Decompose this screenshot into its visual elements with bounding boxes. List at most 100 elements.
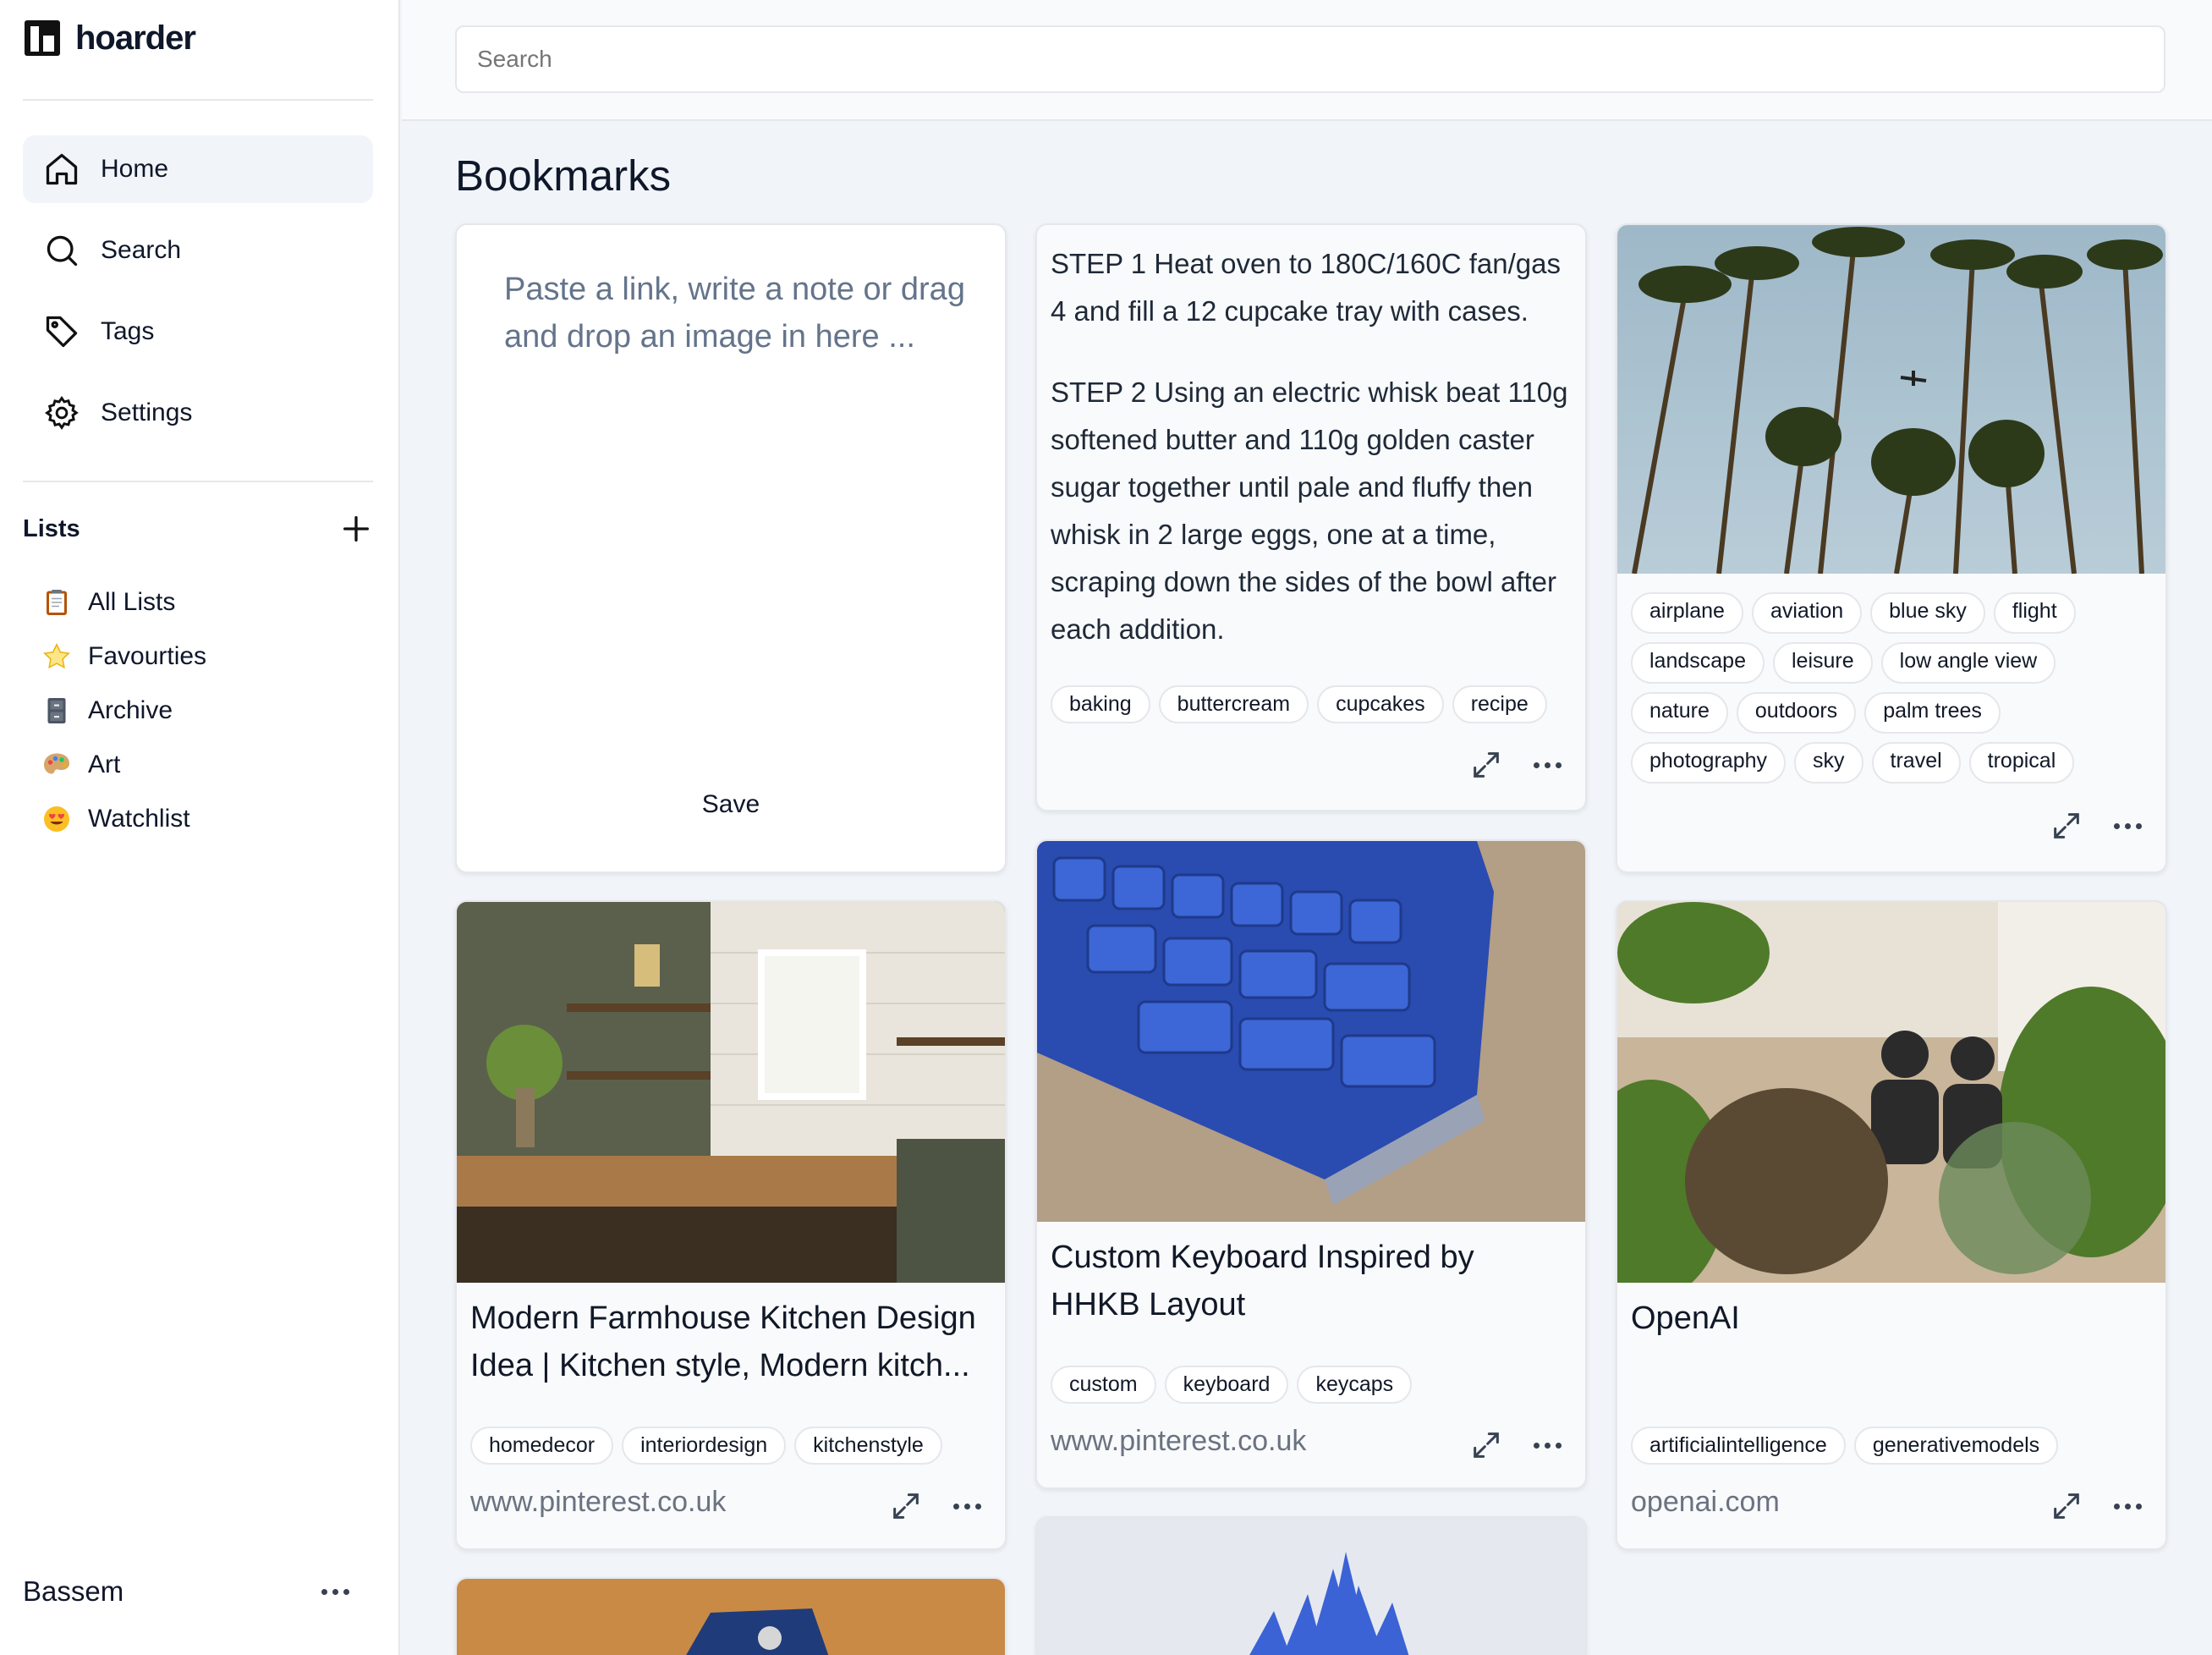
list-item-watchlist[interactable]: Watchlist	[41, 792, 373, 846]
tag[interactable]: custom	[1051, 1366, 1156, 1404]
tag-list: custom keyboard keycaps	[1051, 1366, 1572, 1404]
expand-icon[interactable]	[889, 1489, 923, 1523]
expand-icon[interactable]	[2050, 1489, 2083, 1523]
palm-trees-image	[1617, 225, 2165, 574]
search-input[interactable]	[455, 25, 2165, 93]
nav-label: Search	[101, 236, 182, 264]
tag[interactable]: palm trees	[1864, 692, 2001, 734]
list-item-all-lists[interactable]: All Lists	[41, 575, 373, 630]
clipboard-icon	[41, 586, 73, 619]
main-nav: Home Search Tags Settings	[23, 135, 373, 460]
tag[interactable]: homedecor	[470, 1427, 614, 1465]
list-label: Art	[88, 751, 121, 778]
nav-item-settings[interactable]: Settings	[23, 379, 373, 447]
link-card-openai[interactable]: OpenAI artificialintelligence generative…	[1616, 900, 2167, 1550]
nav-label: Home	[101, 155, 169, 183]
tag[interactable]: recipe	[1452, 685, 1547, 723]
nav-item-search[interactable]: Search	[23, 217, 373, 284]
more-icon[interactable]	[1534, 1442, 1562, 1449]
tag[interactable]: leisure	[1772, 642, 1873, 684]
list-label: All Lists	[88, 588, 176, 616]
more-icon[interactable]	[2114, 822, 2142, 829]
tag[interactable]: travel	[1871, 742, 1961, 784]
app-logo[interactable]: hoarder	[23, 19, 196, 58]
tag[interactable]: keycaps	[1297, 1366, 1413, 1404]
tag[interactable]: baking	[1051, 685, 1150, 723]
home-icon	[46, 153, 78, 185]
tag[interactable]: generativemodels	[1853, 1427, 2059, 1465]
note-paragraph: STEP 1 Heat oven to 180C/160C fan/gas 4 …	[1051, 248, 1561, 327]
nav-item-tags[interactable]: Tags	[23, 298, 373, 366]
tag-list: baking buttercream cupcakes recipe	[1051, 685, 1572, 723]
circuit-board-image	[457, 1579, 1005, 1655]
tag[interactable]: cupcakes	[1317, 685, 1444, 723]
list-label: Favourties	[88, 642, 207, 670]
link-card-kitchen[interactable]: Modern Farmhouse Kitchen Design Idea | K…	[455, 900, 1007, 1550]
list-label: Watchlist	[88, 805, 190, 833]
nav-item-home[interactable]: Home	[23, 135, 373, 203]
list-item-archive[interactable]: Archive	[41, 684, 373, 738]
note-card-recipe[interactable]: STEP 1 Heat oven to 180C/160C fan/gas 4 …	[1035, 223, 1587, 811]
editor-textarea[interactable]: Paste a link, write a note or drag and d…	[504, 266, 978, 360]
add-list-icon[interactable]	[339, 512, 373, 546]
tag[interactable]: nature	[1631, 692, 1728, 734]
user-menu: Bassem	[23, 1575, 349, 1608]
tag-list: artificialintelligence generativemodels	[1631, 1427, 2152, 1465]
kitchen-image	[457, 902, 1005, 1283]
nav-label: Tags	[101, 317, 155, 345]
lists: All Lists Favourties Archive Art Watchli…	[41, 575, 373, 846]
expand-icon[interactable]	[2050, 809, 2083, 843]
lists-header: Lists	[23, 512, 373, 546]
more-icon[interactable]	[953, 1503, 981, 1509]
list-item-favourites[interactable]: Favourties	[41, 630, 373, 684]
file-cabinet-icon	[41, 695, 73, 727]
tag[interactable]: keyboard	[1164, 1366, 1289, 1404]
image-card-circuit[interactable]	[455, 1577, 1007, 1655]
tag[interactable]: airplane	[1631, 592, 1743, 634]
bookmark-title[interactable]: OpenAI	[1631, 1295, 2149, 1342]
tag[interactable]: landscape	[1631, 642, 1765, 684]
heart-eyes-icon	[41, 803, 73, 835]
expand-icon[interactable]	[1469, 748, 1503, 782]
tag[interactable]: photography	[1631, 742, 1787, 784]
image-card-palms[interactable]: airplane aviation blue sky flight landsc…	[1616, 223, 2167, 873]
bookmark-title[interactable]: Custom Keyboard Inspired by HHKB Layout	[1051, 1234, 1568, 1328]
star-icon	[41, 641, 73, 673]
image-card-crystal[interactable]	[1035, 1516, 1587, 1655]
bookmark-domain[interactable]: www.pinterest.co.uk	[1051, 1425, 1306, 1458]
page-title: Bookmarks	[455, 151, 672, 200]
card-actions	[2050, 809, 2142, 843]
tag[interactable]: interiordesign	[622, 1427, 787, 1465]
bookmark-domain[interactable]: www.pinterest.co.uk	[470, 1486, 726, 1519]
divider	[23, 481, 373, 482]
tag[interactable]: kitchenstyle	[794, 1427, 942, 1465]
office-image	[1617, 902, 2165, 1283]
list-item-art[interactable]: Art	[41, 738, 373, 792]
tag[interactable]: artificialintelligence	[1631, 1427, 1846, 1465]
more-icon[interactable]	[2114, 1503, 2142, 1509]
tag[interactable]: outdoors	[1736, 692, 1857, 734]
expand-icon[interactable]	[1469, 1428, 1503, 1462]
save-button[interactable]: Save	[457, 790, 1005, 819]
user-name: Bassem	[23, 1575, 124, 1607]
tag[interactable]: blue sky	[1870, 592, 1985, 634]
lists-title: Lists	[23, 514, 80, 542]
tag[interactable]: buttercream	[1158, 685, 1309, 723]
top-bar	[402, 0, 2212, 121]
logo-icon	[25, 20, 60, 56]
note-paragraph: STEP 2 Using an electric whisk beat 110g…	[1051, 377, 1568, 645]
tag[interactable]: aviation	[1751, 592, 1863, 634]
tag-icon	[46, 316, 78, 348]
tag[interactable]: flight	[1993, 592, 2076, 634]
crystal-image	[1037, 1518, 1585, 1655]
more-icon[interactable]	[321, 1588, 349, 1595]
tag[interactable]: sky	[1794, 742, 1863, 784]
tag[interactable]: tropical	[1968, 742, 2075, 784]
tag[interactable]: low angle view	[1880, 642, 2056, 684]
tag-list: homedecor interiordesign kitchenstyle	[470, 1427, 991, 1465]
app-name: hoarder	[75, 19, 196, 57]
more-icon[interactable]	[1534, 762, 1562, 768]
bookmark-domain[interactable]: openai.com	[1631, 1486, 1780, 1519]
bookmark-title[interactable]: Modern Farmhouse Kitchen Design Idea | K…	[470, 1295, 988, 1389]
link-card-keyboard[interactable]: Custom Keyboard Inspired by HHKB Layout …	[1035, 839, 1587, 1489]
